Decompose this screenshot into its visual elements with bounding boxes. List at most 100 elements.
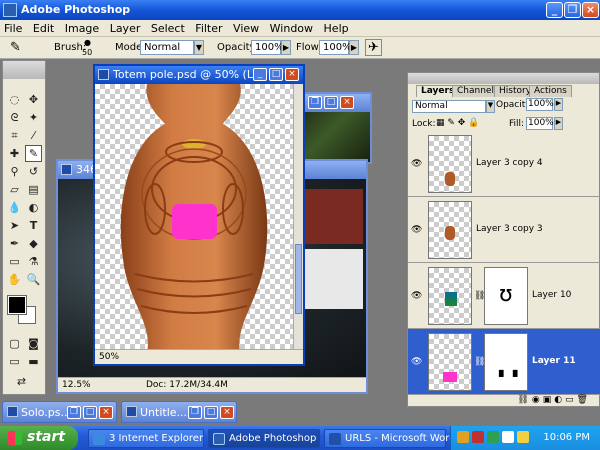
zoom-level[interactable]: 50% xyxy=(99,352,119,362)
shape-tool-icon[interactable]: ◆ xyxy=(25,235,42,252)
fill-field[interactable]: 100% xyxy=(526,117,554,130)
layer-row-selected[interactable]: 👁 ⛓ ▘▝ Layer 11 xyxy=(408,329,600,395)
jump-to-imageready-icon[interactable]: ⇄ xyxy=(13,373,30,390)
layer-opacity-field[interactable]: 100% xyxy=(526,98,554,111)
menu-image[interactable]: Image xyxy=(61,20,102,35)
screen-mode-icon[interactable]: ▭ xyxy=(6,353,23,370)
mode-select[interactable]: Normal xyxy=(140,40,194,55)
document-canvas[interactable] xyxy=(302,112,370,162)
blend-mode-select[interactable]: Normal xyxy=(412,100,486,113)
chevron-down-icon[interactable]: ▼ xyxy=(486,100,495,113)
full-screen-icon[interactable]: ▬ xyxy=(25,353,42,370)
layer-row[interactable]: 👁 Layer 3 copy 3 xyxy=(408,197,600,263)
foreground-color-swatch[interactable] xyxy=(7,295,27,315)
eye-icon[interactable]: 👁 xyxy=(411,291,423,301)
close-icon[interactable]: × xyxy=(99,406,113,419)
close-icon[interactable]: × xyxy=(285,68,299,81)
layer-name[interactable]: Layer 10 xyxy=(532,290,571,300)
eye-icon[interactable]: 👁 xyxy=(411,225,423,235)
restore-icon[interactable]: ❐ xyxy=(67,406,81,419)
eye-icon[interactable]: 👁 xyxy=(411,159,423,169)
tray-icon[interactable] xyxy=(487,431,499,443)
airbrush-icon[interactable]: ✈ xyxy=(365,39,382,56)
scrollbar-thumb[interactable] xyxy=(295,244,302,314)
gradient-icon[interactable]: ▤ xyxy=(25,181,42,198)
quick-mask-icon[interactable]: ◙ xyxy=(25,335,42,352)
maximize-icon[interactable]: □ xyxy=(269,68,283,81)
taskbar-microsoft-word[interactable]: URLS - Microsoft Word xyxy=(324,429,456,448)
tray-icon[interactable] xyxy=(472,431,484,443)
history-brush-icon[interactable]: ↺ xyxy=(25,163,42,180)
crop-tool-icon[interactable]: ⌗ xyxy=(6,127,23,144)
brush-tool-icon[interactable]: ✎ xyxy=(25,145,42,162)
menu-view[interactable]: View xyxy=(229,20,262,35)
menu-layer[interactable]: Layer xyxy=(106,20,144,35)
chevron-down-icon[interactable]: ▼ xyxy=(194,40,204,55)
zoom-level[interactable]: 12.5% xyxy=(62,380,91,390)
taskbar-internet-explorer[interactable]: 3 Internet Explorer xyxy=(88,429,204,448)
document-window-background[interactable]: ❐ □ × xyxy=(300,92,372,164)
chevron-right-icon[interactable]: ▶ xyxy=(554,117,563,130)
chevron-right-icon[interactable]: ▶ xyxy=(349,40,359,55)
maximize-icon[interactable]: □ xyxy=(324,96,338,109)
restore-button[interactable]: ❐ xyxy=(564,2,581,18)
type-tool-icon[interactable]: T xyxy=(25,217,42,234)
tab-actions[interactable]: Actions xyxy=(529,85,572,97)
standard-mode-icon[interactable]: ▢ xyxy=(6,335,23,352)
document-window-totem-pole[interactable]: Totem pole.psd @ 50% (La... _ □ × xyxy=(93,64,305,366)
lock-icons[interactable]: ▦ ✎ ✥ 🔒 xyxy=(436,118,479,128)
layers-palette-footer-icons[interactable]: ⛓◉▣◐▭🗑 xyxy=(408,395,599,406)
brush-preset-icon[interactable]: ● xyxy=(84,38,91,47)
vertical-scrollbar[interactable] xyxy=(293,84,303,352)
layer-name[interactable]: Layer 3 copy 3 xyxy=(476,224,543,234)
move-tool-icon[interactable]: ✥ xyxy=(25,91,42,108)
minimize-button[interactable]: _ xyxy=(546,2,563,18)
start-button[interactable]: start xyxy=(0,426,78,450)
menu-filter[interactable]: Filter xyxy=(191,20,225,35)
pen-tool-icon[interactable]: ✒ xyxy=(6,235,23,252)
chevron-right-icon[interactable]: ▶ xyxy=(554,98,563,111)
taskbar-adobe-photoshop[interactable]: Adobe Photoshop xyxy=(208,429,320,448)
minimized-window-solo[interactable]: Solo.ps... ❐ □ × xyxy=(2,401,117,423)
eraser-icon[interactable]: ▱ xyxy=(6,181,23,198)
zoom-tool-icon[interactable]: 🔍 xyxy=(25,271,42,288)
tray-icon[interactable] xyxy=(502,431,514,443)
clone-stamp-icon[interactable]: ⚲ xyxy=(6,163,23,180)
layer-name[interactable]: Layer 11 xyxy=(532,356,576,366)
minimized-window-untitled[interactable]: Untitle... ❐ □ × xyxy=(121,401,237,423)
close-button[interactable]: × xyxy=(582,2,599,18)
restore-icon[interactable]: ❐ xyxy=(188,406,202,419)
eye-icon[interactable]: 👁 xyxy=(411,357,423,367)
dodge-tool-icon[interactable]: ◐ xyxy=(25,199,42,216)
flow-field[interactable]: 100% xyxy=(319,40,352,55)
menu-file[interactable]: File xyxy=(0,20,25,35)
menu-help[interactable]: Help xyxy=(320,20,352,35)
brush-tool-icon[interactable]: ✎ xyxy=(10,40,21,55)
path-select-icon[interactable]: ➤ xyxy=(6,217,23,234)
tray-icon[interactable] xyxy=(517,431,529,443)
eyedropper-icon[interactable]: ⚗ xyxy=(25,253,42,270)
close-icon[interactable]: × xyxy=(220,406,234,419)
slice-tool-icon[interactable]: ⁄ xyxy=(25,127,42,144)
minimize-icon[interactable]: _ xyxy=(253,68,267,81)
menu-select[interactable]: Select xyxy=(147,20,188,35)
lasso-tool-icon[interactable]: ᘓ xyxy=(6,109,23,126)
maximize-icon[interactable]: □ xyxy=(204,406,218,419)
close-icon[interactable]: × xyxy=(340,96,354,109)
magic-wand-icon[interactable]: ✦ xyxy=(25,109,42,126)
chevron-right-icon[interactable]: ▶ xyxy=(281,40,291,55)
restore-icon[interactable]: ❐ xyxy=(308,96,322,109)
hand-tool-icon[interactable]: ✋ xyxy=(6,271,23,288)
layer-name[interactable]: Layer 3 copy 4 xyxy=(476,158,543,168)
tray-icon[interactable] xyxy=(457,431,469,443)
layer-row[interactable]: 👁 ⛓ ʊ Layer 10 xyxy=(408,263,600,329)
notes-tool-icon[interactable]: ▭ xyxy=(6,253,23,270)
menu-window[interactable]: Window xyxy=(266,20,316,35)
marquee-tool-icon[interactable]: ◌ xyxy=(6,91,23,108)
layer-row[interactable]: 👁 Layer 3 copy 4 xyxy=(408,131,600,197)
document-canvas[interactable] xyxy=(95,84,293,352)
opacity-field[interactable]: 100% xyxy=(251,40,284,55)
maximize-icon[interactable]: □ xyxy=(83,406,97,419)
menu-edit[interactable]: Edit xyxy=(29,20,57,35)
blur-tool-icon[interactable]: 💧 xyxy=(6,199,23,216)
